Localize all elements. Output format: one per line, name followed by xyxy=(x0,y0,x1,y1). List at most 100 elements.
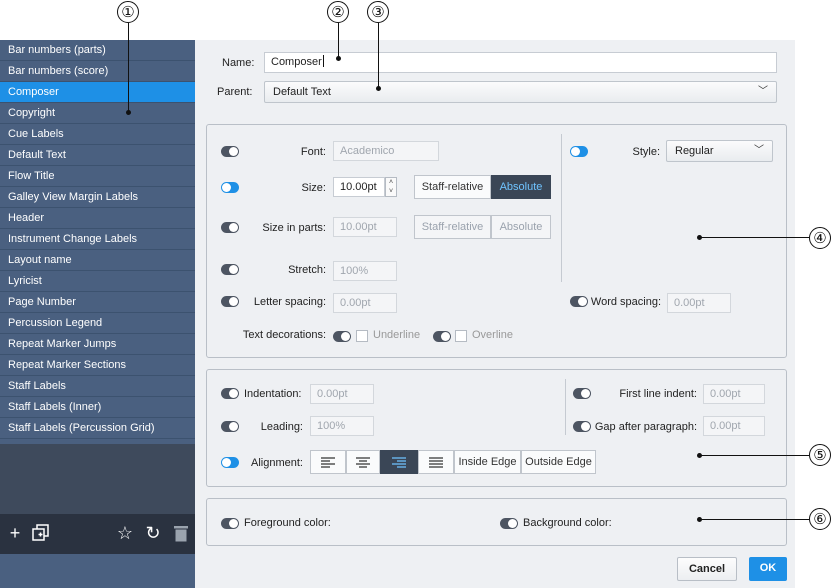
align-right-button[interactable] xyxy=(380,450,418,474)
size-in-parts-label: Size in parts: xyxy=(262,222,326,234)
chevron-down-icon: ﹀ xyxy=(758,86,768,97)
sidebar-item[interactable]: Staff Labels (Percussion Grid) xyxy=(0,418,195,439)
parent-select[interactable]: Default Text ﹀ xyxy=(264,81,777,103)
callout-2: ② xyxy=(327,1,349,23)
sidebar-item[interactable]: Composer xyxy=(0,82,195,103)
stretch-toggle[interactable] xyxy=(221,264,239,275)
stretch-label: Stretch: xyxy=(288,264,326,276)
sidebar-item[interactable]: Galley View Margin Labels xyxy=(0,187,195,208)
parent-label: Parent: xyxy=(217,86,253,98)
callout-6: ⑥ xyxy=(809,508,831,530)
font-toggle[interactable] xyxy=(221,146,239,157)
size-toggle[interactable] xyxy=(221,182,239,193)
inside-edge-button[interactable]: Inside Edge xyxy=(454,450,521,474)
leading-input[interactable]: 100% xyxy=(310,416,374,436)
first-line-indent-toggle[interactable] xyxy=(573,388,591,399)
sidebar-item[interactable]: Layout name xyxy=(0,250,195,271)
group-divider xyxy=(561,134,562,282)
sidebar-item[interactable]: Staff Labels (Inner) xyxy=(0,397,195,418)
indentation-label: Indentation: xyxy=(244,388,302,400)
sidebar-item[interactable]: Page Number xyxy=(0,292,195,313)
sidebar-item[interactable]: Bar numbers (score) xyxy=(0,61,195,82)
gap-after-paragraph-toggle[interactable] xyxy=(573,421,591,432)
callout-6-line xyxy=(700,519,809,520)
align-left-button[interactable] xyxy=(310,450,346,474)
sidebar-item[interactable]: Flow Title xyxy=(0,166,195,187)
sidebar-item[interactable]: Percussion Legend xyxy=(0,313,195,334)
align-justify-button[interactable] xyxy=(418,450,454,474)
size-in-parts-absolute-button[interactable]: Absolute xyxy=(491,215,551,239)
callout-5: ⑤ xyxy=(809,444,831,466)
background-color-label: Background color: xyxy=(523,517,612,529)
name-input-value: Composer xyxy=(271,56,322,68)
reset-icon[interactable]: ↻ xyxy=(142,522,164,544)
sidebar-toolbar: + ☆ ↻ xyxy=(0,514,195,554)
style-toggle[interactable] xyxy=(570,146,588,157)
underline-checkbox[interactable] xyxy=(356,330,368,342)
indentation-toggle[interactable] xyxy=(221,388,239,399)
overline-toggle[interactable] xyxy=(433,331,451,342)
font-input[interactable]: Academico xyxy=(333,141,439,161)
cancel-button[interactable]: Cancel xyxy=(677,557,737,581)
callout-4-line xyxy=(700,237,809,238)
style-select[interactable]: Regular ﹀ xyxy=(666,140,773,162)
callout-1-dot xyxy=(126,110,131,115)
callout-5-dot xyxy=(697,453,702,458)
first-line-indent-input[interactable]: 0.00pt xyxy=(703,384,765,404)
size-absolute-button[interactable]: Absolute xyxy=(491,175,551,199)
gap-after-paragraph-label: Gap after paragraph: xyxy=(594,421,697,433)
alignment-toggle[interactable] xyxy=(221,457,239,468)
foreground-color-label: Foreground color: xyxy=(244,517,331,529)
letter-spacing-input[interactable]: 0.00pt xyxy=(333,293,397,313)
foreground-color-toggle[interactable] xyxy=(221,518,239,529)
sidebar-item[interactable]: Default Text xyxy=(0,145,195,166)
group-divider xyxy=(565,379,566,435)
ok-button[interactable]: OK xyxy=(749,557,787,581)
align-right-icon xyxy=(392,457,406,468)
star-icon[interactable]: ☆ xyxy=(114,522,136,544)
background-color-toggle[interactable] xyxy=(500,518,518,529)
name-label: Name: xyxy=(222,57,255,69)
name-input[interactable]: Composer xyxy=(264,52,777,73)
sidebar-item[interactable]: Instrument Change Labels xyxy=(0,229,195,250)
leading-toggle[interactable] xyxy=(221,421,239,432)
sidebar-item[interactable]: Repeat Marker Sections xyxy=(0,355,195,376)
overline-checkbox[interactable] xyxy=(455,330,467,342)
callout-4: ④ xyxy=(809,227,831,249)
align-center-button[interactable] xyxy=(346,450,380,474)
size-stepper[interactable]: ˄ ˅ xyxy=(385,177,397,197)
align-center-icon xyxy=(356,457,370,468)
word-spacing-input[interactable]: 0.00pt xyxy=(667,293,731,313)
sidebar-item[interactable]: Staff Labels xyxy=(0,376,195,397)
gap-after-paragraph-input[interactable]: 0.00pt xyxy=(703,416,765,436)
duplicate-icon[interactable] xyxy=(30,522,52,544)
size-in-parts-input[interactable]: 10.00pt xyxy=(333,217,397,237)
letter-spacing-toggle[interactable] xyxy=(221,296,239,307)
sidebar-item[interactable]: Repeat Marker Jumps xyxy=(0,334,195,355)
size-in-parts-toggle[interactable] xyxy=(221,222,239,233)
size-input[interactable]: 10.00pt xyxy=(333,177,385,197)
stretch-input[interactable]: 100% xyxy=(333,261,397,281)
callout-3-dot xyxy=(376,86,381,91)
size-in-parts-staff-relative-button[interactable]: Staff-relative xyxy=(414,215,491,239)
sidebar-item[interactable]: Bar numbers (parts) xyxy=(0,40,195,61)
sidebar-item[interactable]: Lyricist xyxy=(0,271,195,292)
sidebar-item[interactable]: Cue Labels xyxy=(0,124,195,145)
indentation-input[interactable]: 0.00pt xyxy=(310,384,374,404)
leading-label: Leading: xyxy=(260,421,303,433)
sidebar-item[interactable]: Header xyxy=(0,208,195,229)
plus-icon[interactable]: + xyxy=(4,522,26,544)
align-justify-icon xyxy=(429,457,443,468)
size-staff-relative-button[interactable]: Staff-relative xyxy=(414,175,491,199)
underline-toggle[interactable] xyxy=(333,331,351,342)
first-line-indent-label: First line indent: xyxy=(619,388,697,400)
callout-5-line xyxy=(700,455,809,456)
style-label: Style: xyxy=(632,146,660,158)
callout-2-dot xyxy=(336,56,341,61)
outside-edge-button[interactable]: Outside Edge xyxy=(521,450,596,474)
parent-select-value: Default Text xyxy=(273,86,331,98)
word-spacing-label: Word spacing: xyxy=(590,296,661,308)
sidebar-item[interactable]: Copyright xyxy=(0,103,195,124)
trash-icon[interactable] xyxy=(170,522,192,544)
align-left-icon xyxy=(321,457,335,468)
